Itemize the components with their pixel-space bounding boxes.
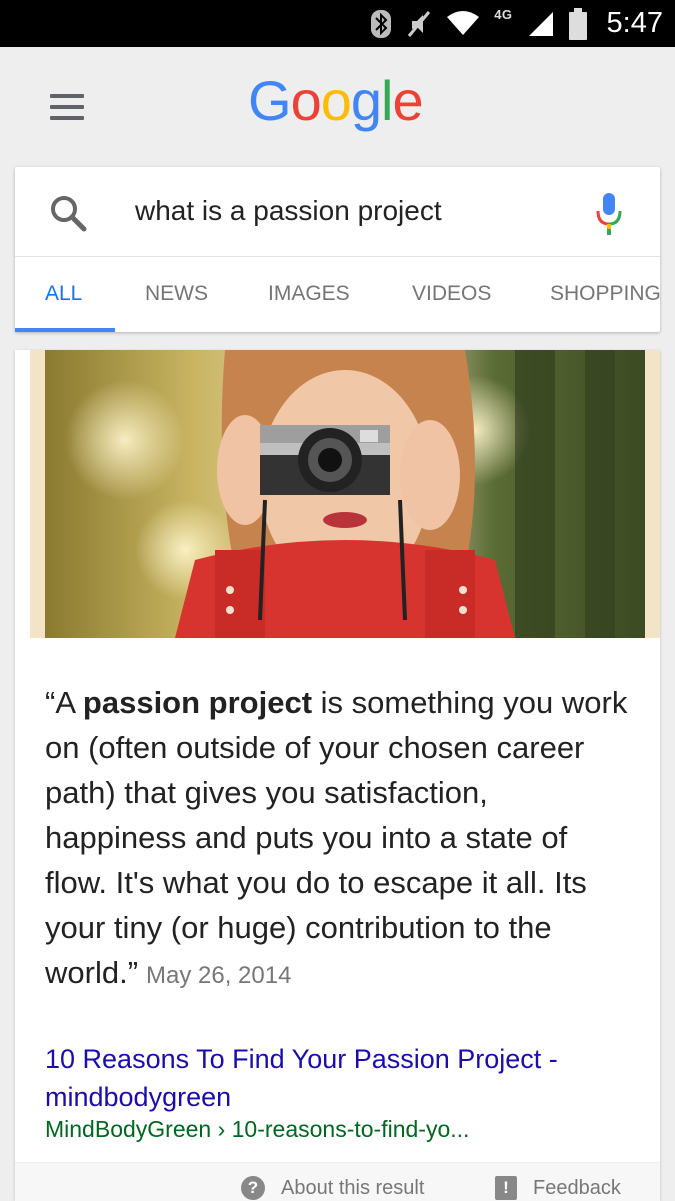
about-label: About this result bbox=[281, 1176, 425, 1199]
feedback-button[interactable]: ! Feedback bbox=[495, 1176, 621, 1200]
clock: 5:47 bbox=[606, 7, 663, 39]
quote-open: “A bbox=[45, 685, 83, 720]
quote-bold-term: passion project bbox=[82, 685, 313, 720]
active-tab-indicator bbox=[15, 328, 115, 332]
search-icon[interactable] bbox=[48, 193, 88, 233]
feedback-icon: ! bbox=[495, 1176, 517, 1200]
logo-letter: o bbox=[290, 69, 322, 132]
snippet-date: May 26, 2014 bbox=[146, 962, 292, 989]
featured-snippet-card: “A passion project is something you work… bbox=[15, 350, 660, 1201]
google-logo[interactable]: Google bbox=[248, 68, 424, 133]
result-footer: ? About this result ! Feedback bbox=[15, 1162, 660, 1201]
tab-videos[interactable]: VIDEOS bbox=[412, 282, 491, 306]
about-this-result-button[interactable]: ? About this result bbox=[241, 1176, 424, 1200]
search-bar[interactable]: what is a passion project bbox=[15, 167, 660, 257]
result-image[interactable] bbox=[30, 350, 660, 638]
logo-letter: g bbox=[350, 69, 382, 132]
result-link-title[interactable]: 10 Reasons To Find Your Passion Project … bbox=[45, 1040, 645, 1116]
logo-letter: l bbox=[381, 69, 393, 132]
logo-letter: G bbox=[248, 69, 292, 132]
question-icon: ? bbox=[241, 1176, 265, 1200]
hamburger-menu-icon[interactable] bbox=[50, 94, 84, 120]
result-url[interactable]: MindBodyGreen › 10-reasons-to-find-yo... bbox=[45, 1116, 469, 1143]
logo-letter: o bbox=[320, 69, 352, 132]
snippet-quote: “A passion project is something you work… bbox=[45, 680, 635, 998]
bluetooth-icon bbox=[371, 9, 392, 38]
tab-all[interactable]: ALL bbox=[45, 282, 82, 306]
photo-illustration bbox=[45, 350, 645, 638]
status-bar: 4G 5:47 bbox=[0, 0, 675, 47]
photo-frame bbox=[45, 350, 645, 638]
search-tabs: ALL NEWS IMAGES VIDEOS SHOPPING bbox=[15, 257, 660, 332]
quote-body: is something you work on (often outside … bbox=[45, 685, 628, 990]
tab-images[interactable]: IMAGES bbox=[268, 282, 350, 306]
battery-icon bbox=[568, 7, 587, 40]
microphone-icon[interactable] bbox=[595, 191, 623, 237]
search-card: what is a passion project ALL NEWS IMAGE… bbox=[15, 167, 660, 332]
feedback-label: Feedback bbox=[533, 1176, 621, 1199]
mute-icon bbox=[408, 10, 431, 37]
logo-letter: e bbox=[392, 69, 423, 132]
network-label: 4G bbox=[494, 7, 513, 22]
wifi-icon bbox=[447, 10, 480, 35]
signal-icon bbox=[528, 11, 553, 36]
search-input[interactable]: what is a passion project bbox=[135, 195, 442, 227]
tab-news[interactable]: NEWS bbox=[145, 282, 208, 306]
status-icons: 4G 5:47 bbox=[370, 0, 663, 47]
tab-shopping[interactable]: SHOPPING bbox=[550, 282, 660, 306]
